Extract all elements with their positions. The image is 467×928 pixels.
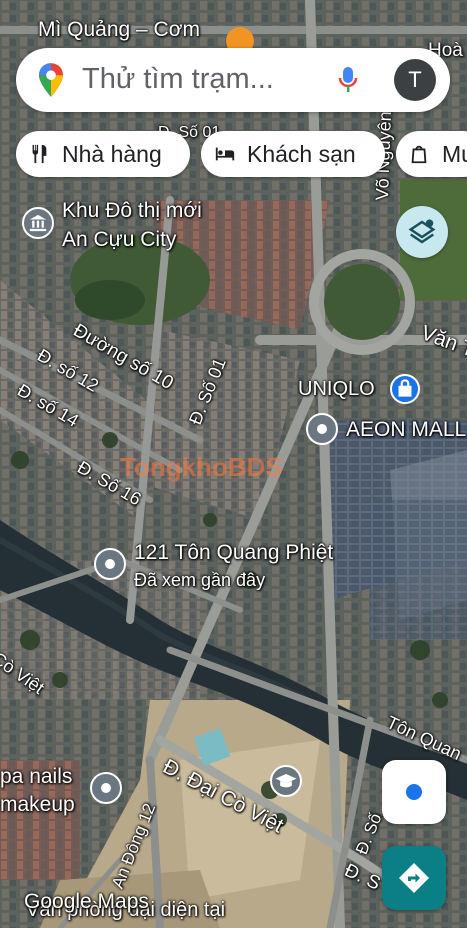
google-maps-logo: Google Maps — [24, 890, 149, 913]
map-label-aeon[interactable]: AEON MALL — [346, 418, 466, 442]
map-label-an-cuu[interactable]: An Cựu City — [62, 228, 176, 252]
map-label-uniqlo[interactable]: UNIQLO — [298, 378, 375, 401]
directions-icon — [399, 863, 429, 893]
my-location-button[interactable] — [382, 760, 446, 824]
school-pin-icon[interactable] — [22, 207, 54, 239]
map-label-top-place[interactable]: Mì Quảng – Cơm — [38, 18, 200, 42]
map-label-spa-1[interactable]: pa nails — [0, 765, 72, 789]
map-label-spa-2[interactable]: makeup — [0, 793, 75, 817]
avatar[interactable]: T — [394, 59, 436, 101]
search-input[interactable]: Thử tìm trạm... — [82, 63, 274, 96]
recent-place-pin-icon[interactable] — [94, 548, 126, 580]
location-dot-icon — [406, 784, 422, 800]
hotel-icon — [215, 147, 235, 161]
spa-pin-icon[interactable] — [90, 772, 122, 804]
chip-hotels[interactable]: Khách sạn — [201, 131, 385, 177]
map-label-place-121[interactable]: 121 Tôn Quang Phiệt — [134, 541, 333, 565]
map-label-khu-do-thi[interactable]: Khu Đô thị mới — [62, 199, 202, 223]
directions-button[interactable] — [382, 846, 446, 910]
chip-label: Mu — [442, 141, 467, 167]
watermark: TongkhoBDS — [120, 452, 283, 482]
layers-icon — [408, 219, 436, 244]
map-label-recently-viewed: Đã xem gần đây — [134, 570, 266, 590]
shopping-pin-icon[interactable] — [390, 374, 420, 404]
microphone-icon[interactable] — [336, 65, 360, 95]
chip-label: Khách sạn — [247, 141, 356, 167]
chip-label: Nhà hàng — [62, 141, 162, 167]
layers-button[interactable] — [396, 206, 448, 258]
shopping-bag-icon — [411, 145, 427, 164]
chip-restaurants[interactable]: Nhà hàng — [16, 131, 190, 177]
chip-shopping[interactable]: Mu — [396, 131, 467, 177]
restaurant-icon — [32, 144, 47, 164]
aeon-pin-icon[interactable] — [306, 413, 338, 445]
maps-pin-icon — [39, 63, 63, 97]
search-bar[interactable]: Thử tìm trạm... T — [16, 48, 450, 112]
graduation-pin-icon[interactable] — [270, 765, 302, 797]
